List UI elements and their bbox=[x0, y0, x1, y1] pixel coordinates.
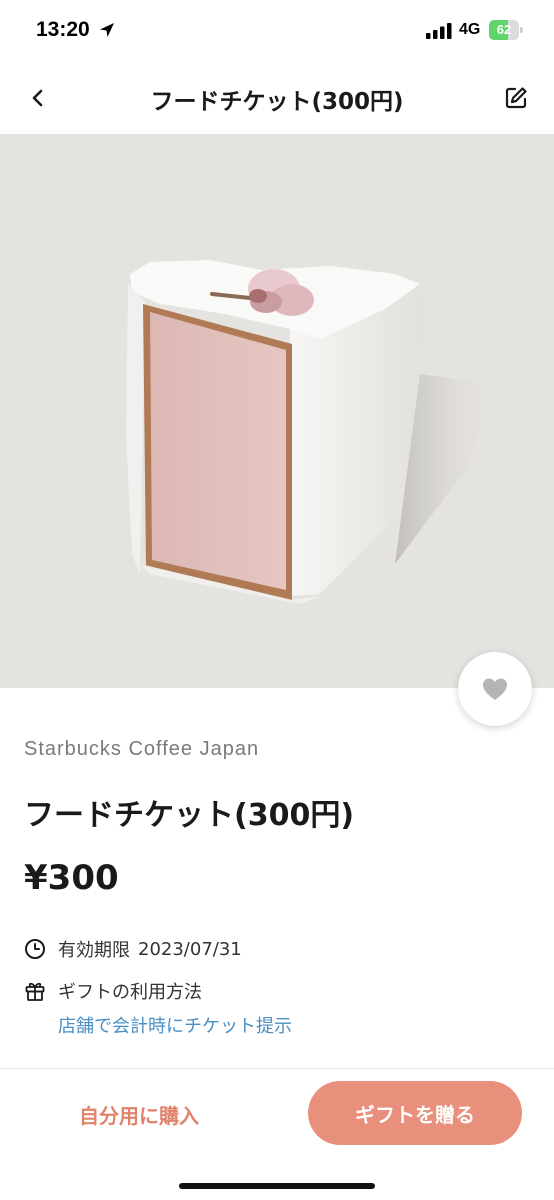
heart-icon bbox=[483, 678, 507, 700]
product-image bbox=[0, 134, 554, 688]
product-price: ¥300 bbox=[24, 858, 119, 898]
status-bar: 13:20 4G 62 bbox=[0, 0, 554, 62]
back-button[interactable] bbox=[20, 80, 56, 116]
brand-name: Starbucks Coffee Japan bbox=[24, 738, 260, 760]
action-footer: 自分用に購入 ギフトを贈る bbox=[0, 1068, 554, 1200]
usage-row: ギフトの利用方法 bbox=[24, 978, 202, 1004]
network-type: 4G bbox=[459, 21, 481, 38]
battery-percent: 62 bbox=[496, 22, 512, 37]
favorite-button[interactable] bbox=[458, 652, 532, 726]
page-title: フードチケット(300円) bbox=[150, 89, 404, 115]
usage-method-link[interactable]: 店舗で会計時にチケット提示 bbox=[58, 1012, 292, 1038]
chevron-left-icon bbox=[32, 89, 43, 107]
battery-indicator: 62 bbox=[489, 20, 523, 40]
product-title: フードチケット(300円) bbox=[24, 798, 355, 833]
location-arrow-icon bbox=[100, 23, 114, 37]
send-gift-button[interactable]: ギフトを贈る bbox=[308, 1081, 522, 1145]
expiry-label: 有効期限 bbox=[58, 940, 130, 961]
expiry-date: 2023/07/31 bbox=[138, 938, 242, 960]
edit-button[interactable] bbox=[498, 80, 534, 116]
signal-bars-icon bbox=[426, 23, 452, 39]
gift-icon bbox=[24, 980, 46, 1002]
expiry-row: 有効期限 2023/07/31 bbox=[24, 936, 242, 962]
nav-bar: フードチケット(300円) bbox=[0, 62, 554, 134]
clock-icon bbox=[24, 938, 46, 960]
usage-label: ギフトの利用方法 bbox=[58, 982, 202, 1003]
home-indicator bbox=[179, 1183, 375, 1189]
status-time: 13:20 bbox=[36, 18, 90, 41]
buy-for-self-button[interactable]: 自分用に購入 bbox=[24, 1083, 254, 1145]
edit-icon bbox=[505, 87, 527, 109]
